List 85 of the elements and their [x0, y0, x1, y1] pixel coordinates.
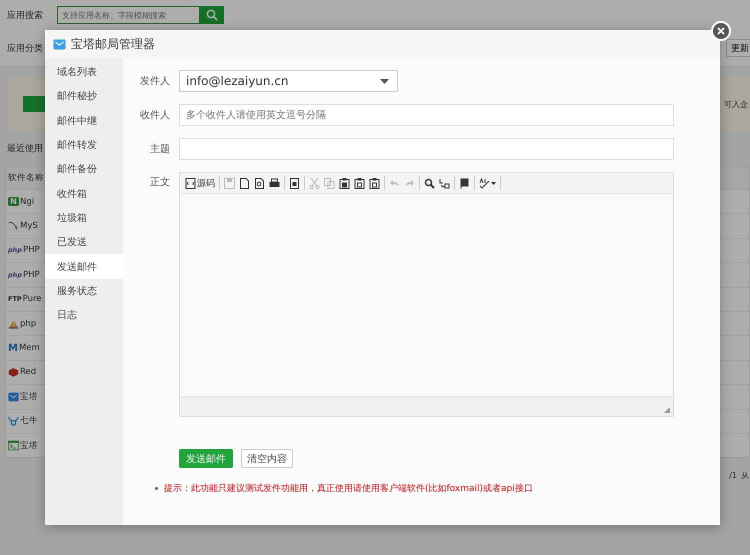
software-name: Red: [20, 367, 36, 378]
software-name: Ngi: [20, 196, 34, 207]
new-icon: [239, 178, 250, 188]
new-tool-button[interactable]: [238, 178, 251, 188]
search-field[interactable]: 支持应用名称、字段模糊搜索: [57, 6, 200, 24]
sidebar-item[interactable]: 已发送: [45, 230, 123, 254]
pager-text: 从: [741, 470, 749, 481]
redo-icon: [404, 178, 415, 188]
tip-text: 提示：此功能只建议测试发件功能用，真正使用请使用客户端软件(比如foxmail)或者api接口: [164, 482, 533, 495]
paste-tool-button[interactable]: [338, 178, 351, 188]
field-label: 收件人: [139, 109, 170, 122]
rich-text-editor[interactable]: 源码: [179, 172, 674, 417]
software-name: MyS: [20, 221, 38, 232]
sidebar-item[interactable]: 域名列表: [45, 60, 123, 84]
undo-icon: [389, 178, 400, 188]
sidebar-item[interactable]: 邮件中继: [45, 108, 123, 133]
subject-field[interactable]: [179, 138, 674, 160]
preview-icon: [254, 178, 265, 188]
paste-word-tool-button[interactable]: [368, 178, 381, 188]
search-label: 应用搜索: [7, 10, 44, 22]
search-button[interactable]: [200, 6, 224, 24]
clear-button[interactable]: 清空内容: [241, 449, 293, 468]
paste-text-tool-button[interactable]: [353, 178, 366, 188]
sidebar-item[interactable]: 服务状态: [45, 278, 123, 303]
paste-word-icon: [369, 178, 380, 188]
pager-text: /1: [729, 471, 737, 480]
replace-icon: [439, 178, 450, 188]
sidebar-item[interactable]: 邮件转发: [45, 132, 123, 158]
envelope-icon: [53, 38, 66, 50]
source-icon: [185, 178, 196, 188]
software-name: 宝塔: [20, 390, 38, 403]
block-tool-button[interactable]: [458, 178, 471, 188]
field-label: 发件人: [139, 75, 170, 88]
print-icon: [269, 178, 280, 188]
recipient-field[interactable]: 多个收件人请使用英文逗号分隔: [179, 104, 674, 126]
find-icon: [424, 178, 435, 188]
software-name: php: [20, 318, 36, 329]
field-label: 主题: [149, 142, 170, 156]
software-name: Mem: [18, 343, 40, 354]
software-name: 宝塔: [20, 440, 38, 452]
copy-icon: [324, 178, 335, 188]
search-icon: [206, 9, 218, 21]
terminal-icon: [8, 439, 19, 452]
bull-icon: [8, 415, 19, 428]
column-header: 软件名称: [8, 172, 44, 184]
software-name: PHP: [22, 270, 40, 280]
paste-icon: [339, 178, 350, 188]
sidebar-item[interactable]: 邮件备份: [45, 157, 123, 182]
print-tool-button[interactable]: [268, 178, 281, 188]
cube-icon: [8, 365, 19, 380]
sender-dropdown[interactable]: info@lezaiyun.cn: [179, 70, 398, 92]
banner-text: 可入企: [724, 98, 748, 110]
category-label: 应用分类: [7, 42, 44, 54]
save-icon: [224, 178, 235, 188]
sidebar-item[interactable]: 垃圾箱: [45, 206, 123, 230]
field-label: 正文: [149, 176, 170, 189]
resize-grip-icon[interactable]: [664, 407, 670, 413]
bullet-icon: [155, 487, 158, 490]
sidebar-item[interactable]: 收件箱: [45, 181, 123, 206]
sidebar-item[interactable]: 发送邮件: [45, 254, 123, 279]
software-name: PHP: [22, 245, 40, 256]
spell-tool-button[interactable]: [478, 178, 497, 188]
software-name: 七牛: [20, 415, 38, 428]
nginx-logo-icon: N: [8, 197, 19, 206]
recent-label: 最近使用: [7, 142, 43, 154]
cut-icon: [309, 178, 320, 188]
preview-tool-button[interactable]: [253, 178, 266, 188]
template-tool-button[interactable]: [288, 178, 301, 188]
sidebar-item[interactable]: 邮件秘抄: [45, 84, 123, 109]
caret-icon: [491, 182, 496, 184]
find-tool-button[interactable]: [423, 178, 436, 188]
replace-tool-button[interactable]: [438, 178, 451, 188]
memcached-logo-icon: M: [8, 342, 18, 354]
source-tool-button[interactable]: 源码: [184, 176, 216, 190]
sidebar-item[interactable]: 日志: [45, 302, 123, 328]
update-button[interactable]: 更新: [726, 39, 750, 57]
template-icon: [289, 178, 300, 188]
block-icon: [459, 178, 470, 188]
spell-icon: [479, 178, 490, 188]
dialog-title: 宝塔邮局管理器: [71, 36, 155, 52]
caret-icon: [380, 78, 389, 84]
close-icon: [717, 27, 725, 35]
software-name: Pure: [22, 294, 42, 304]
paste-text-icon: [354, 178, 365, 188]
envelope-icon: [8, 390, 19, 403]
